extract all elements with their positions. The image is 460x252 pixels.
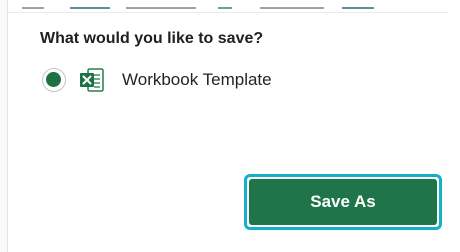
option-workbook-template[interactable]: Workbook Template <box>42 66 342 94</box>
save-as-button[interactable]: Save As <box>244 174 442 230</box>
save-question-heading: What would you like to save? <box>40 30 264 47</box>
radio-selected-dot <box>46 72 61 87</box>
excel-file-icon <box>80 68 104 92</box>
window-left-edge <box>0 0 8 252</box>
workbook-template-label: Workbook Template <box>122 70 272 89</box>
background-top-strip <box>8 0 448 13</box>
save-as-button-label: Save As <box>249 179 437 225</box>
workbook-template-radio[interactable] <box>42 68 66 92</box>
